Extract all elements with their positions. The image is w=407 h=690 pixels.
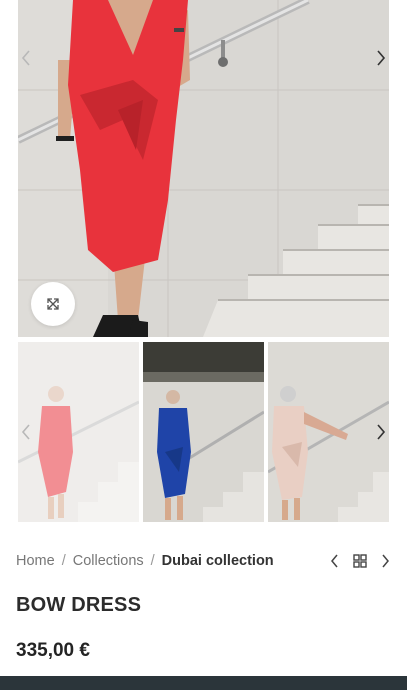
thumbs-next-arrow[interactable] [371, 420, 391, 444]
zoom-button[interactable] [31, 282, 75, 326]
prev-product-button[interactable] [330, 554, 339, 568]
thumbnail-red[interactable] [18, 342, 139, 522]
product-navigation [330, 551, 390, 571]
thumbs-prev-arrow[interactable] [16, 420, 36, 444]
breadcrumb: Home / Collections / Dubai collection [16, 551, 274, 571]
product-price: 335,00 € [16, 640, 90, 661]
main-prev-arrow[interactable] [16, 46, 36, 70]
chevron-right-icon [377, 50, 386, 66]
expand-icon [47, 298, 59, 310]
breadcrumb-collections[interactable]: Collections [73, 553, 144, 569]
thumbnail-photo [18, 342, 139, 522]
product-title: BOW DRESS [16, 594, 142, 616]
main-next-arrow[interactable] [371, 46, 391, 70]
chevron-left-icon [331, 554, 338, 568]
grid-icon [353, 554, 367, 568]
chevron-left-icon [21, 424, 30, 440]
chevron-right-icon [382, 554, 389, 568]
breadcrumb-current[interactable]: Dubai collection [162, 553, 274, 569]
main-product-image[interactable] [18, 0, 389, 337]
chevron-left-icon [21, 50, 30, 66]
back-to-shop-button[interactable] [353, 554, 367, 568]
thumbnail-photo [143, 342, 264, 522]
thumbnail-blue[interactable] [143, 342, 264, 522]
breadcrumb-home[interactable]: Home [16, 553, 55, 569]
breadcrumb-separator: / [150, 553, 155, 569]
breadcrumb-separator: / [61, 553, 66, 569]
next-product-button[interactable] [381, 554, 390, 568]
main-photo [18, 0, 389, 337]
bottom-toolbar [0, 676, 407, 690]
thumbnail-strip [18, 342, 389, 522]
chevron-right-icon [377, 424, 386, 440]
